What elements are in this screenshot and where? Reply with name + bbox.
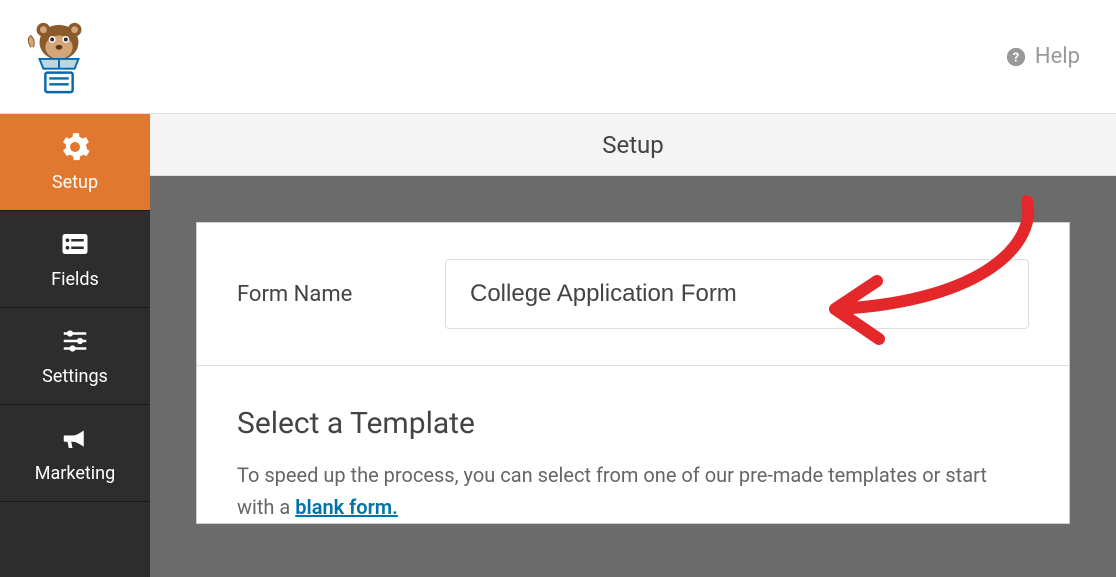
help-link[interactable]: ? Help — [1005, 44, 1080, 69]
sidebar-item-label: Fields — [51, 269, 99, 290]
sidebar-item-label: Setup — [52, 172, 98, 193]
sidebar-item-marketing[interactable]: Marketing — [0, 405, 150, 502]
setup-panel: Form Name Select a Template To speed up … — [196, 222, 1070, 524]
form-name-label: Form Name — [237, 282, 377, 307]
sliders-icon — [60, 326, 90, 356]
sidebar-item-label: Marketing — [35, 463, 115, 484]
main-area: Setup Fields Settings — [0, 114, 1116, 577]
panel-wrap: Form Name Select a Template To speed up … — [150, 176, 1116, 524]
help-icon: ? — [1005, 46, 1027, 68]
form-name-input[interactable] — [445, 259, 1029, 329]
template-section: Select a Template To speed up the proces… — [197, 366, 1069, 523]
form-name-row: Form Name — [197, 223, 1069, 366]
sidebar-item-fields[interactable]: Fields — [0, 211, 150, 308]
blank-form-link[interactable]: blank form. — [295, 495, 398, 519]
gear-icon — [60, 132, 90, 162]
svg-text:?: ? — [1013, 50, 1019, 65]
sidebar: Setup Fields Settings — [0, 114, 150, 577]
content: Setup Form Name Select a Template To spe… — [150, 114, 1116, 577]
template-heading: Select a Template — [237, 406, 1029, 441]
top-bar: ? Help — [0, 0, 1116, 114]
sidebar-item-settings[interactable]: Settings — [0, 308, 150, 405]
content-title: Setup — [150, 114, 1116, 176]
sidebar-item-setup[interactable]: Setup — [0, 114, 150, 211]
help-label: Help — [1035, 44, 1080, 69]
sidebar-item-label: Settings — [42, 366, 108, 387]
app-logo — [20, 18, 98, 96]
list-icon — [60, 229, 90, 259]
bullhorn-icon — [60, 423, 90, 453]
template-description: To speed up the process, you can select … — [237, 459, 1029, 523]
